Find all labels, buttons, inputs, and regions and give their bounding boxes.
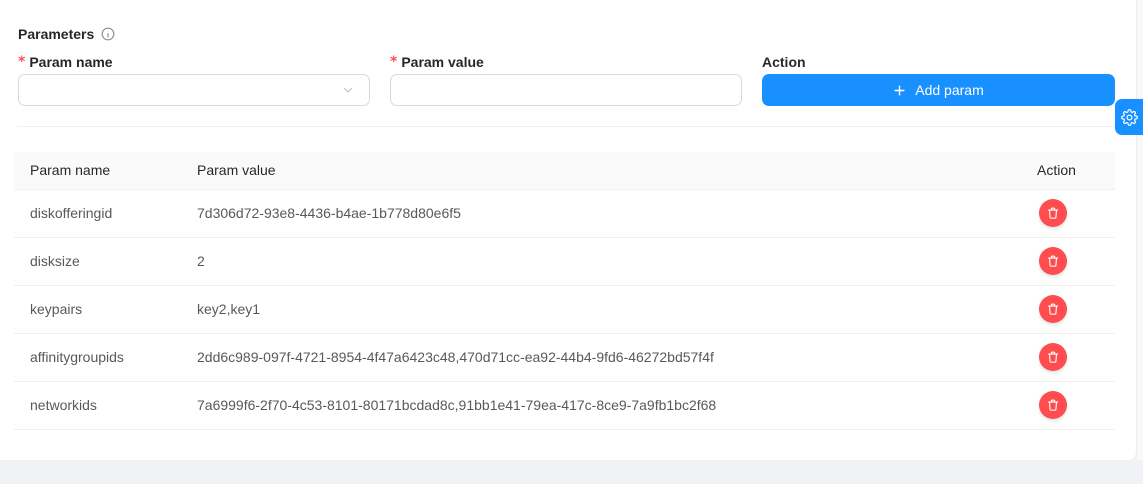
right-edge-strip xyxy=(1137,0,1143,460)
param-value-label-text: Param value xyxy=(401,54,484,70)
plus-icon xyxy=(893,84,906,97)
action-cell xyxy=(1021,237,1115,285)
content-card: Parameters * Param name xyxy=(0,0,1137,460)
delete-param-button[interactable] xyxy=(1039,343,1067,371)
table-row: networkids 7a6999f6-2f70-4c53-8101-80171… xyxy=(14,381,1115,429)
table-row: disksize 2 xyxy=(14,237,1115,285)
param-name-cell: keypairs xyxy=(14,285,181,333)
delete-param-button[interactable] xyxy=(1039,295,1067,323)
table-row: affinitygroupids 2dd6c989-097f-4721-8954… xyxy=(14,333,1115,381)
param-value-cell: 2 xyxy=(181,237,1021,285)
delete-param-button[interactable] xyxy=(1039,391,1067,419)
table-header-row: Param name Param value Action xyxy=(14,152,1115,189)
param-name-cell: diskofferingid xyxy=(14,189,181,237)
col-header-param-name: Param name xyxy=(14,152,181,189)
add-param-button[interactable]: Add param xyxy=(762,74,1115,106)
param-name-cell: networkids xyxy=(14,381,181,429)
col-header-param-value: Param value xyxy=(181,152,1021,189)
action-field: Action Add param xyxy=(762,52,1115,106)
action-cell xyxy=(1021,333,1115,381)
trash-icon xyxy=(1046,254,1060,268)
settings-drawer-handle[interactable] xyxy=(1115,99,1143,135)
param-name-label: * Param name xyxy=(18,52,370,72)
param-name-select[interactable] xyxy=(18,74,370,106)
action-cell xyxy=(1021,381,1115,429)
gear-icon xyxy=(1121,109,1138,126)
delete-param-button[interactable] xyxy=(1039,247,1067,275)
param-name-cell: affinitygroupids xyxy=(14,333,181,381)
param-table-body: diskofferingid 7d306d72-93e8-4436-b4ae-1… xyxy=(14,189,1115,429)
parameters-header: Parameters xyxy=(18,26,115,42)
param-value-cell: 7a6999f6-2f70-4c53-8101-80171bcdad8c,91b… xyxy=(181,381,1021,429)
parameters-form: * Param name * Param value Action xyxy=(18,52,1115,106)
add-param-button-label: Add param xyxy=(915,82,983,98)
param-table: Param name Param value Action diskofferi… xyxy=(14,152,1115,430)
param-name-field: * Param name xyxy=(18,52,370,106)
param-value-cell: 7d306d72-93e8-4436-b4ae-1b778d80e6f5 xyxy=(181,189,1021,237)
trash-icon xyxy=(1046,206,1060,220)
param-value-input[interactable] xyxy=(390,74,742,106)
trash-icon xyxy=(1046,302,1060,316)
trash-icon xyxy=(1046,398,1060,412)
chevron-down-icon xyxy=(342,84,354,96)
info-circle-icon[interactable] xyxy=(101,27,115,41)
delete-param-button[interactable] xyxy=(1039,199,1067,227)
param-value-cell: 2dd6c989-097f-4721-8954-4f47a6423c48,470… xyxy=(181,333,1021,381)
required-mark: * xyxy=(390,54,397,70)
action-cell xyxy=(1021,189,1115,237)
param-name-label-text: Param name xyxy=(29,54,112,70)
action-label: Action xyxy=(762,52,1115,72)
param-value-cell: key2,key1 xyxy=(181,285,1021,333)
col-header-action: Action xyxy=(1021,152,1115,189)
param-name-cell: disksize xyxy=(14,237,181,285)
param-value-field: * Param value xyxy=(390,52,742,106)
trash-icon xyxy=(1046,350,1060,364)
action-cell xyxy=(1021,285,1115,333)
param-value-label: * Param value xyxy=(390,52,742,72)
table-row: diskofferingid 7d306d72-93e8-4436-b4ae-1… xyxy=(14,189,1115,237)
section-divider xyxy=(17,126,1136,127)
table-row: keypairs key2,key1 xyxy=(14,285,1115,333)
section-title: Parameters xyxy=(18,26,94,42)
required-mark: * xyxy=(18,54,25,70)
